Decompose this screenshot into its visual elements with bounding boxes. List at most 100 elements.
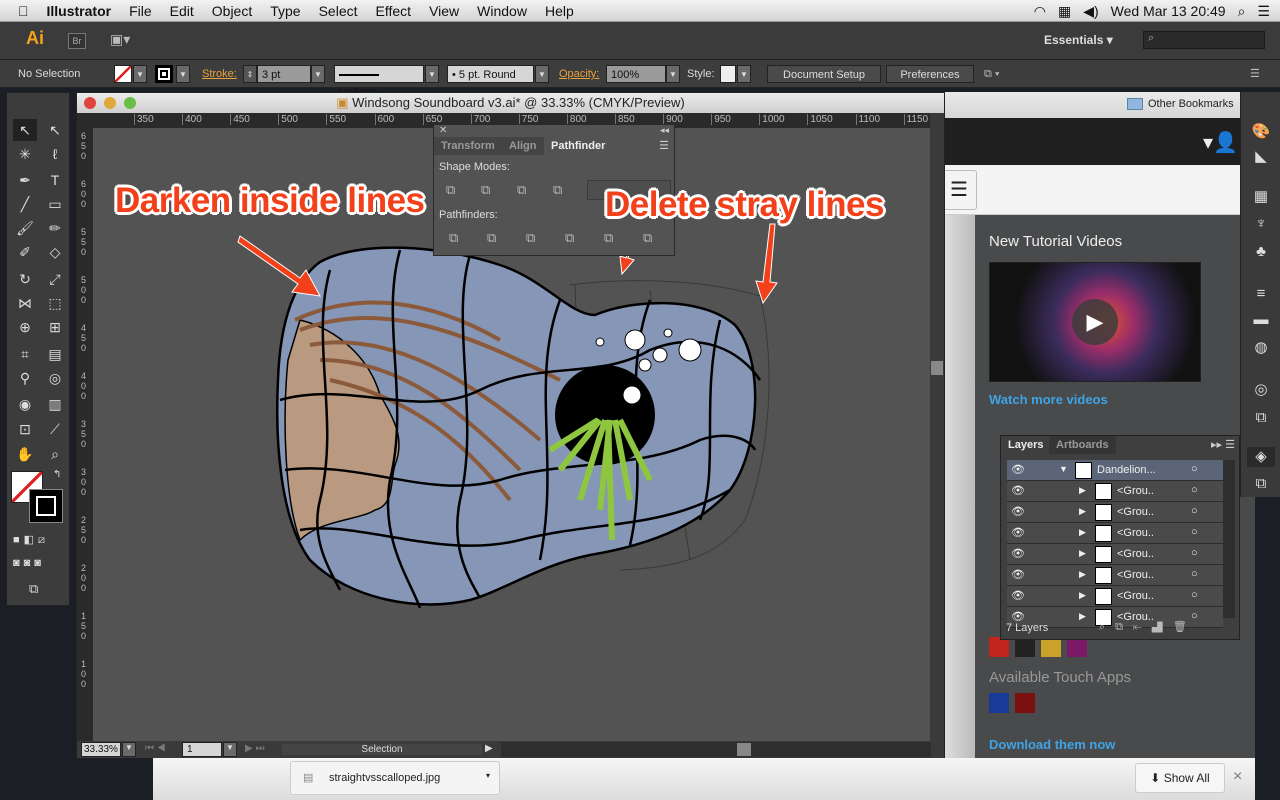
tab-layers[interactable]: Layers	[1001, 436, 1051, 454]
other-bookmarks[interactable]: Other Bookmarks	[1148, 98, 1234, 110]
target-circle-icon[interactable]: ○	[1191, 484, 1198, 496]
zoom-tool-icon[interactable]: ⌕	[43, 443, 67, 465]
layer-row[interactable]: 👁 ▼ Dandelion... ○	[1007, 460, 1223, 481]
expand-toggle-icon[interactable]: ▶	[1079, 548, 1086, 559]
download-menu-arrow[interactable]: ▾	[486, 771, 490, 780]
style-dropdown[interactable]: ▼	[737, 65, 751, 83]
stroke-panel-icon[interactable]: ≡	[1251, 284, 1271, 304]
menu-illustrator[interactable]: Illustrator	[38, 3, 121, 19]
variable-width-profile[interactable]: Uniform	[334, 65, 424, 99]
zoom-dropdown[interactable]: ▼	[122, 742, 136, 757]
rotate-tool-icon[interactable]: ↻	[13, 268, 37, 290]
tab-align[interactable]: Align	[502, 137, 544, 155]
divide-icon[interactable]: ⧉	[449, 231, 465, 245]
user-icon[interactable]: ▾👤	[1203, 130, 1238, 155]
minimize-button[interactable]	[104, 97, 116, 109]
current-tool-status[interactable]: Selection	[282, 744, 482, 755]
paintbrush-tool-icon[interactable]: 🖌	[13, 217, 37, 239]
exclude-icon[interactable]: ⧉	[553, 183, 569, 197]
play-icon[interactable]: ▶	[1072, 299, 1118, 345]
workspace-switcher[interactable]: Essentials ▾	[1044, 33, 1113, 47]
pen-tool-icon[interactable]: ✒	[13, 169, 37, 191]
target-circle-icon[interactable]: ○	[1191, 526, 1198, 538]
ideas-app-icon[interactable]	[1015, 693, 1035, 713]
eyedropper-tool-icon[interactable]: ⚲	[13, 367, 37, 389]
drawing-mode-icons[interactable]: ◙◙◙	[13, 557, 45, 569]
layer-row[interactable]: 👁 ▶ <Grou.. ○	[1007, 502, 1223, 523]
color-guide-icon[interactable]: ◣	[1251, 147, 1271, 167]
minus-back-icon[interactable]: ⧉	[643, 231, 659, 245]
wifi-icon[interactable]: ◠	[1034, 3, 1046, 20]
arrange-documents-icon[interactable]: ▣▾	[110, 31, 130, 48]
layer-row[interactable]: 👁 ▶ <Grou.. ○	[1007, 481, 1223, 502]
minus-front-icon[interactable]: ⧉	[481, 183, 497, 197]
menu-file[interactable]: File	[120, 3, 161, 19]
gradient-tool-icon[interactable]: ▤	[43, 343, 67, 365]
layers-footer-icons[interactable]: ⌕⧉⇤▟🗑	[1099, 620, 1197, 634]
close-download-bar-button[interactable]: ×	[1233, 768, 1242, 786]
profile-dropdown[interactable]: ▼	[425, 65, 439, 83]
fill-swatch[interactable]	[114, 65, 132, 83]
stroke-color-box[interactable]	[29, 489, 63, 523]
document-setup-button[interactable]: Document Setup	[767, 65, 881, 83]
show-all-button[interactable]: ⬇ Show All	[1135, 763, 1225, 793]
list-icon[interactable]: ☰	[1257, 3, 1270, 20]
line-tool-icon[interactable]: ╱	[13, 193, 37, 215]
opacity-input[interactable]: 100%	[606, 65, 666, 83]
transparency-icon[interactable]: ◍	[1251, 338, 1271, 358]
expand-toggle-icon[interactable]: ▶	[1079, 485, 1086, 496]
download-them-now-link[interactable]: Download them now	[989, 737, 1115, 752]
shape-builder-tool-icon[interactable]: ⊕	[13, 316, 37, 338]
blend-tool-icon[interactable]: ◎	[43, 367, 67, 389]
vertical-scrollbar[interactable]	[930, 113, 944, 741]
menu-select[interactable]: Select	[310, 3, 367, 19]
expand-toggle-icon[interactable]: ▼	[1059, 464, 1068, 474]
menu-effect[interactable]: Effect	[367, 3, 421, 19]
photoshop-touch-icon[interactable]	[989, 693, 1009, 713]
visibility-eye-icon[interactable]: 👁	[1011, 505, 1025, 518]
tab-artboards[interactable]: Artboards	[1049, 436, 1116, 454]
layer-row[interactable]: 👁 ▶ <Grou.. ○	[1007, 523, 1223, 544]
outline-icon[interactable]: ⧉	[604, 231, 620, 245]
style-swatch[interactable]	[720, 65, 736, 83]
artboard-nav-next-last[interactable]: ▶ ⏭	[245, 743, 264, 754]
scale-tool-icon[interactable]: ⤢	[43, 268, 67, 290]
artboard-number-input[interactable]: 1	[182, 742, 222, 757]
bridge-button[interactable]: Br	[68, 33, 86, 49]
blob-brush-tool-icon[interactable]: ✐	[13, 241, 37, 263]
rectangle-tool-icon[interactable]: ▭	[43, 193, 67, 215]
target-circle-icon[interactable]: ○	[1191, 568, 1198, 580]
slice-tool-icon[interactable]: ⟋	[43, 418, 67, 440]
swap-fill-stroke-icon[interactable]: ↰	[53, 469, 61, 480]
menu-window[interactable]: Window	[468, 3, 536, 19]
layers-scrollbar[interactable]	[1223, 460, 1235, 618]
menu-view[interactable]: View	[420, 3, 468, 19]
opacity-dropdown[interactable]: ▼	[666, 65, 680, 83]
visibility-eye-icon[interactable]: 👁	[1011, 484, 1025, 497]
artboard-dropdown[interactable]: ▼	[223, 742, 237, 757]
volume-icon[interactable]: ◀)	[1083, 3, 1098, 20]
clock[interactable]: Wed Mar 13 20:49	[1111, 3, 1226, 20]
flag-icon[interactable]: ▦	[1058, 3, 1071, 20]
close-button[interactable]	[84, 97, 96, 109]
expand-toggle-icon[interactable]: ▶	[1079, 590, 1086, 601]
panel-close-icon[interactable]: ✕	[439, 125, 447, 136]
status-menu-arrow[interactable]: ▶	[485, 743, 493, 754]
column-graph-tool-icon[interactable]: ▥	[43, 393, 67, 415]
panel-menu-icon[interactable]: ☰	[659, 139, 669, 152]
stroke-dropdown[interactable]: ▼	[176, 65, 190, 83]
color-mode-icons[interactable]: ■◧⧄	[13, 533, 49, 547]
opacity-label[interactable]: Opacity:	[559, 65, 599, 83]
merge-icon[interactable]: ⧉	[526, 231, 542, 245]
gradient-icon[interactable]: ▬	[1251, 310, 1271, 330]
target-circle-icon[interactable]: ○	[1191, 463, 1198, 475]
behance-app-icon[interactable]	[1015, 637, 1035, 657]
stroke-weight-input[interactable]: 3 pt	[257, 65, 311, 83]
visibility-eye-icon[interactable]: 👁	[1011, 526, 1025, 539]
watch-more-videos-link[interactable]: Watch more videos	[989, 392, 1108, 407]
layer-row[interactable]: 👁 ▶ <Grou.. ○	[1007, 544, 1223, 565]
perspective-grid-tool-icon[interactable]: ⊞	[43, 316, 67, 338]
stroke-stepper[interactable]: ⇕	[243, 65, 257, 83]
hand-tool-icon[interactable]: ✋	[13, 443, 37, 465]
appearance-icon[interactable]: ◎	[1251, 380, 1271, 400]
